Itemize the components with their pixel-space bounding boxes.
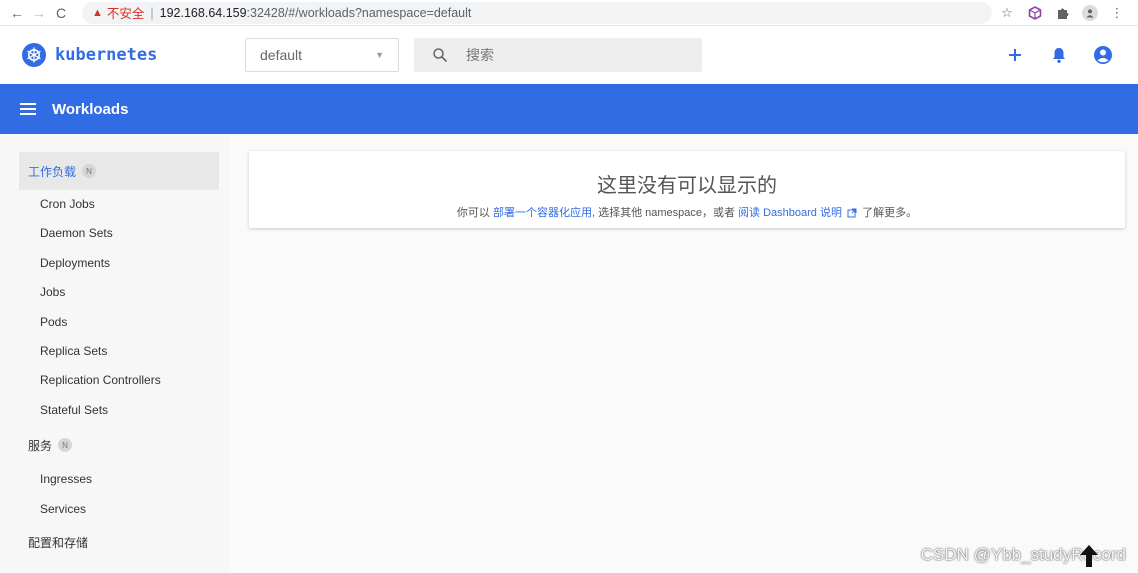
sidebar-item-services[interactable]: Services — [0, 495, 230, 524]
url-host: 192.168.64.159 — [159, 5, 247, 20]
namespaced-badge: N — [58, 438, 73, 453]
forward-icon[interactable]: → — [28, 2, 50, 24]
back-icon[interactable]: ← — [6, 2, 28, 24]
empty-state-card: 这里没有可以显示的 你可以 部署一个容器化应用, 选择其他 namespace，… — [249, 151, 1125, 228]
sidebar-category-label: 配置和存储 — [28, 536, 89, 551]
empty-state-middle: , 选择其他 namespace，或者 — [591, 207, 739, 219]
star-icon[interactable]: ☆ — [998, 4, 1016, 22]
header-actions — [1004, 44, 1138, 66]
warning-triangle-icon: ▲ — [92, 6, 103, 19]
security-status[interactable]: 不安全 — [107, 3, 145, 22]
brand-name: kubernetes — [55, 45, 158, 65]
hamburger-menu-icon[interactable] — [20, 103, 36, 115]
empty-state-message: 你可以 部署一个容器化应用, 选择其他 namespace，或者 阅读 Dash… — [249, 204, 1125, 221]
browser-actions: ☆ ⋮ — [998, 4, 1138, 22]
sidebar-item-jobs[interactable]: Jobs — [0, 278, 230, 307]
dashboard-docs-link[interactable]: 阅读 Dashboard 说明 — [738, 207, 842, 219]
external-link-icon[interactable] — [847, 208, 857, 221]
sidebar-item-daemon-sets[interactable]: Daemon Sets — [0, 219, 230, 248]
kubernetes-logo-icon — [22, 43, 46, 67]
add-icon[interactable] — [1004, 44, 1026, 66]
sidebar-item-ingresses[interactable]: Ingresses — [0, 465, 230, 494]
page-toolbar: Workloads — [0, 84, 1138, 134]
namespaced-badge: N — [82, 164, 97, 178]
browser-nav-buttons: ← → C — [0, 2, 72, 24]
search-input[interactable]: 搜索 — [414, 38, 702, 72]
browser-toolbar: ← → C ▲ 不安全 | 192.168.64.159 :32428/#/wo… — [0, 0, 1138, 26]
namespace-value: default — [260, 47, 303, 63]
sidebar-category-workloads[interactable]: 工作负载 N — [19, 152, 219, 190]
namespace-select[interactable]: default ▼ — [245, 38, 399, 72]
kebab-menu-icon[interactable]: ⋮ — [1108, 4, 1126, 22]
empty-state-prefix: 你可以 — [456, 207, 493, 219]
sidebar-category-services[interactable]: 服务 N — [19, 425, 230, 465]
sidebar-category-label: 服务 — [28, 438, 53, 453]
brand[interactable]: kubernetes — [0, 43, 245, 67]
empty-state-suffix: 了解更多。 — [859, 207, 918, 219]
deploy-app-link[interactable]: 部署一个容器化应用 — [493, 207, 592, 219]
reload-icon[interactable]: C — [50, 2, 72, 24]
sidebar-category-label: 工作负载 — [28, 164, 77, 179]
puzzle-icon[interactable] — [1054, 4, 1072, 22]
page-title: Workloads — [52, 100, 129, 118]
dropdown-caret-icon: ▼ — [375, 50, 384, 60]
sidebar-item-stateful-sets[interactable]: Stateful Sets — [0, 396, 230, 425]
sidebar-item-pods[interactable]: Pods — [0, 308, 230, 337]
sidebar-item-replication-controllers[interactable]: Replication Controllers — [0, 366, 230, 395]
url-separator: | — [150, 5, 154, 20]
sidebar-category-config-storage[interactable]: 配置和存储 — [19, 524, 230, 562]
sidebar-item-cron-jobs[interactable]: Cron Jobs — [0, 190, 230, 219]
search-placeholder: 搜索 — [466, 47, 494, 63]
bell-icon[interactable] — [1048, 44, 1070, 66]
sidebar: 工作负载 N Cron Jobs Daemon Sets Deployments… — [0, 134, 230, 573]
empty-state-title: 这里没有可以显示的 — [597, 175, 777, 197]
app-header: kubernetes default ▼ 搜索 — [0, 26, 1138, 84]
address-bar[interactable]: ▲ 不安全 | 192.168.64.159 :32428/#/workload… — [82, 1, 992, 24]
extension-cube-icon[interactable] — [1026, 4, 1044, 22]
profile-icon[interactable] — [1082, 4, 1098, 21]
sidebar-item-replica-sets[interactable]: Replica Sets — [0, 337, 230, 366]
scroll-to-top-icon[interactable] — [1076, 541, 1102, 571]
account-icon[interactable] — [1092, 44, 1114, 66]
url-path: :32428/#/workloads?namespace=default — [246, 5, 472, 20]
sidebar-item-deployments[interactable]: Deployments — [0, 249, 230, 278]
search-icon — [432, 47, 448, 63]
